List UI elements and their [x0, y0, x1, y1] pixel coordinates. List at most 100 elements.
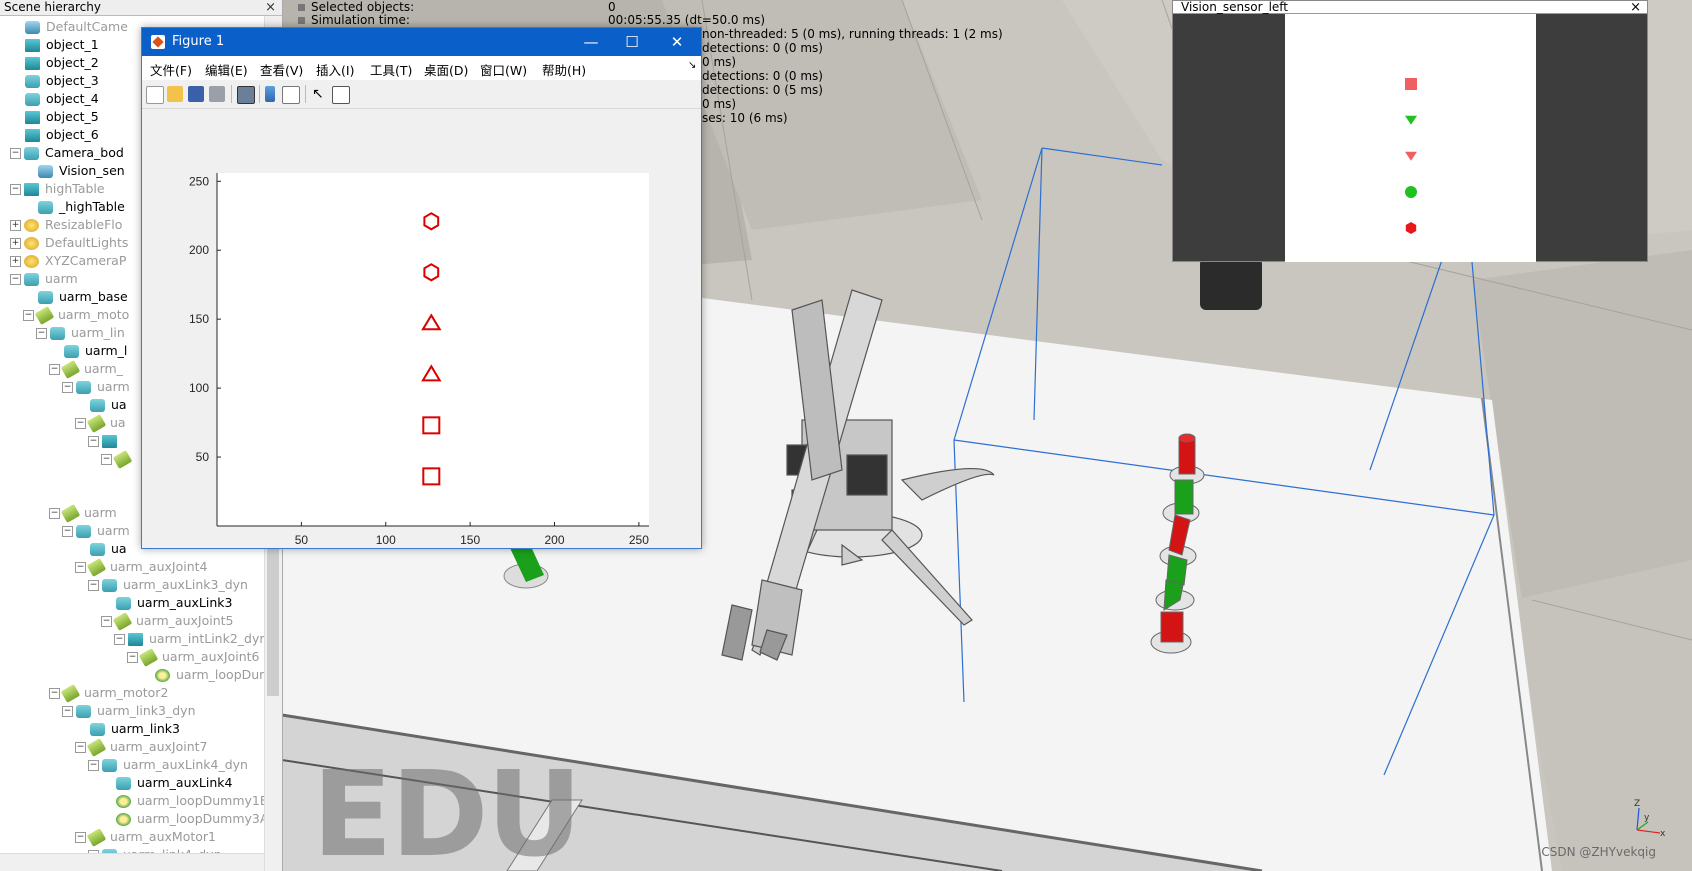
tree-item[interactable]: object_5 — [10, 108, 99, 126]
collapse-icon[interactable]: − — [101, 454, 112, 465]
collapse-icon[interactable]: − — [127, 652, 138, 663]
tree-item[interactable]: uarm_loopDum — [140, 666, 271, 684]
collapse-icon[interactable]: − — [36, 328, 47, 339]
collapse-icon[interactable]: − — [10, 184, 21, 195]
collapse-icon[interactable]: − — [23, 310, 34, 321]
colorbar-icon[interactable] — [265, 86, 275, 102]
tree-item[interactable]: object_6 — [10, 126, 99, 144]
collapse-icon[interactable]: − — [75, 742, 86, 753]
shape-icon — [50, 327, 65, 340]
collapse-icon[interactable]: − — [88, 580, 99, 591]
collapse-icon[interactable]: − — [88, 436, 99, 447]
hierarchy-horizontal-scrollbar[interactable] — [0, 853, 264, 871]
collapse-icon[interactable]: − — [10, 274, 21, 285]
tree-item[interactable]: − uarm_auxJoint6 — [127, 648, 260, 667]
tree-item[interactable]: − uarm_auxLink4_dyn — [88, 756, 248, 774]
link-plot-icon[interactable] — [237, 86, 255, 104]
tree-item[interactable]: − — [88, 432, 123, 450]
minimize-button[interactable]: — — [571, 31, 611, 53]
new-figure-icon[interactable] — [146, 86, 164, 104]
tree-item[interactable]: − uarm — [62, 522, 130, 540]
tree-item[interactable]: − uarm_moto — [23, 306, 129, 325]
menu-edit[interactable]: 编辑(E) — [205, 60, 248, 79]
tree-item[interactable]: uarm_base — [23, 288, 128, 306]
tree-item[interactable] — [101, 486, 116, 504]
tree-item[interactable]: uarm_auxLink3 — [101, 594, 232, 612]
collapse-icon[interactable]: − — [114, 634, 125, 645]
open-folder-icon[interactable] — [167, 86, 183, 102]
tree-item[interactable]: uarm_l — [49, 342, 127, 360]
tree-item[interactable]: − uarm_motor2 — [49, 684, 168, 703]
collapse-icon[interactable]: − — [10, 148, 21, 159]
menu-insert[interactable]: 插入(I) — [316, 60, 354, 79]
selected-objects-label: Selected objects: — [298, 0, 414, 14]
close-icon[interactable]: × — [265, 0, 276, 15]
tree-item[interactable]: object_3 — [10, 72, 99, 90]
menu-view[interactable]: 查看(V) — [260, 60, 303, 79]
collapse-icon[interactable]: − — [62, 382, 73, 393]
collapse-icon[interactable]: − — [75, 418, 86, 429]
info-square-icon — [298, 4, 305, 11]
tree-item[interactable]: − uarm_ — [49, 360, 123, 379]
tree-item[interactable]: − uarm_link3_dyn — [62, 702, 196, 720]
tree-item[interactable]: DefaultCame — [10, 18, 128, 36]
menu-tools[interactable]: 工具(T) — [370, 60, 412, 79]
expand-icon[interactable]: + — [10, 256, 21, 267]
tree-item[interactable]: − uarm — [62, 378, 130, 396]
collapse-icon[interactable]: − — [75, 562, 86, 573]
pointer-arrow-icon[interactable]: ↖ — [312, 86, 328, 102]
tree-item[interactable]: − uarm — [10, 270, 78, 288]
collapse-icon[interactable]: − — [62, 526, 73, 537]
tree-item[interactable]: − uarm_auxMotor1 — [75, 828, 216, 847]
tree-item[interactable]: + DefaultLights — [10, 234, 128, 252]
selected-objects-value: 0 — [608, 0, 616, 14]
tree-item[interactable]: − Camera_bod — [10, 144, 124, 162]
tree-item[interactable]: + XYZCameraP — [10, 252, 126, 270]
tree-item[interactable]: − uarm_lin — [36, 324, 125, 342]
figure-titlebar[interactable]: Figure 1 — ☐ ✕ — [142, 28, 701, 56]
tree-item[interactable]: _highTable — [23, 198, 125, 216]
tree-item[interactable]: − uarm_auxJoint4 — [75, 558, 208, 577]
tree-item[interactable]: − uarm_auxJoint7 — [75, 738, 208, 757]
collapse-icon[interactable]: − — [62, 706, 73, 717]
menu-desktop[interactable]: 桌面(D) — [424, 60, 468, 79]
collapse-icon[interactable]: − — [88, 760, 99, 771]
tree-item[interactable]: − uarm — [49, 504, 117, 523]
tree-item[interactable]: uarm_link3 — [75, 720, 180, 738]
menu-help[interactable]: 帮助(H) — [542, 60, 586, 79]
menu-window[interactable]: 窗口(W) — [480, 60, 527, 79]
tree-item[interactable]: − uarm_auxJoint5 — [101, 612, 234, 631]
tree-item[interactable]: − uarm_auxLink3_dyn — [88, 576, 248, 594]
collapse-icon[interactable]: − — [75, 832, 86, 843]
close-icon[interactable]: × — [1630, 0, 1641, 15]
tree-item[interactable]: − uarm_intLink2_dyn — [114, 630, 267, 648]
tree-item[interactable]: object_2 — [10, 54, 99, 72]
tree-item[interactable] — [101, 468, 116, 486]
save-icon[interactable] — [188, 86, 204, 102]
tree-item[interactable]: − — [101, 450, 136, 469]
print-icon[interactable] — [209, 86, 225, 102]
close-button[interactable]: ✕ — [657, 31, 697, 53]
legend-icon[interactable] — [282, 86, 300, 104]
collapse-icon[interactable]: − — [101, 616, 112, 627]
collapse-icon[interactable]: − — [49, 364, 60, 375]
tree-item[interactable]: object_1 — [10, 36, 99, 54]
expand-icon[interactable]: + — [10, 220, 21, 231]
maximize-button[interactable]: ☐ — [612, 31, 652, 53]
collapse-icon[interactable]: − — [49, 508, 60, 519]
tree-item[interactable]: Vision_sen — [23, 162, 125, 180]
tree-item[interactable]: uarm_loopDummy1B — [101, 792, 268, 810]
tree-item[interactable]: − ua — [75, 414, 126, 433]
property-editor-icon[interactable] — [332, 86, 350, 104]
tree-item[interactable]: − highTable — [10, 180, 105, 198]
expand-icon[interactable]: + — [10, 238, 21, 249]
tree-item[interactable]: ua — [75, 540, 127, 558]
tree-item[interactable]: ua — [75, 396, 127, 414]
tree-item[interactable]: object_4 — [10, 90, 99, 108]
tree-item[interactable]: + ResizableFlo — [10, 216, 122, 234]
tree-item[interactable]: uarm_loopDummy3A — [101, 810, 268, 828]
tree-item[interactable]: uarm_auxLink4 — [101, 774, 232, 792]
menu-dock-arrow-icon[interactable]: ↘ — [688, 60, 696, 71]
collapse-icon[interactable]: − — [49, 688, 60, 699]
menu-file[interactable]: 文件(F) — [150, 60, 192, 79]
